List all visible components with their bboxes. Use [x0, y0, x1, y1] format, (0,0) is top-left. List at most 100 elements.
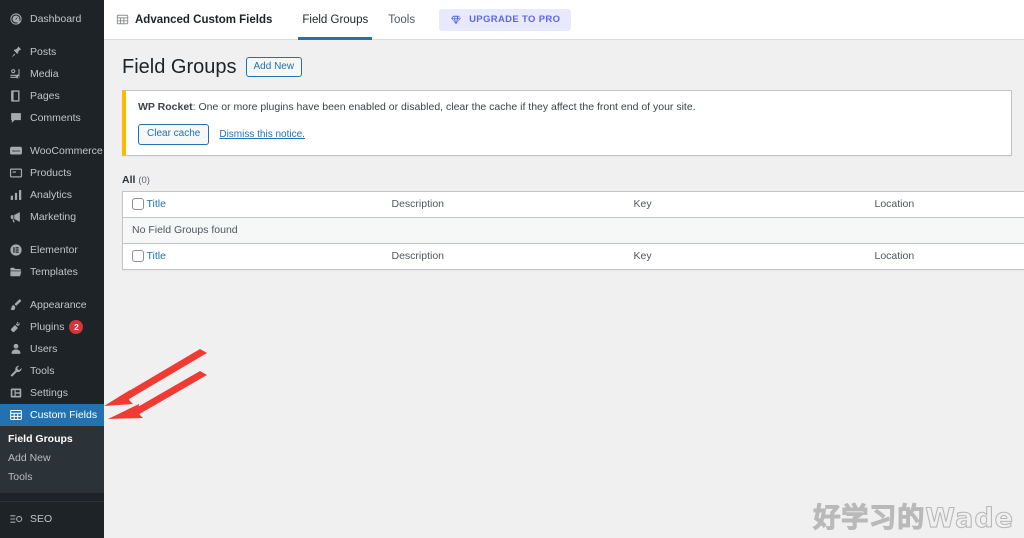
column-label: Title	[146, 198, 166, 211]
main-content-area: Advanced Custom Fields Field Groups Tool…	[104, 0, 1024, 538]
tab-label: Tools	[388, 14, 416, 26]
products-icon	[8, 165, 24, 181]
acf-brand-label: Advanced Custom Fields	[135, 13, 273, 26]
filter-label: All	[122, 173, 136, 186]
sidebar-item-label: Templates	[30, 266, 78, 278]
sidebar-item-label: Appearance	[30, 299, 87, 311]
sidebar-item-pages[interactable]: Pages	[0, 85, 104, 107]
sidebar-item-dashboard[interactable]: Dashboard	[0, 8, 104, 30]
column-label: Key	[633, 250, 652, 263]
column-header-location: Location	[874, 191, 1024, 218]
sidebar-item-posts[interactable]: Posts	[0, 41, 104, 63]
select-all-checkbox-footer[interactable]	[132, 250, 144, 263]
sidebar-item-templates[interactable]: Templates	[0, 261, 104, 283]
column-header-title[interactable]: Title	[146, 191, 392, 218]
column-label: Key	[633, 198, 652, 211]
dashboard-icon	[8, 11, 24, 27]
seo-icon	[8, 511, 24, 527]
sidebar-item-tools[interactable]: Tools	[0, 360, 104, 382]
table-body: No Field Groups found	[122, 217, 1024, 244]
page-title: Field Groups	[122, 56, 237, 78]
dismiss-notice-link[interactable]: Dismiss this notice.	[219, 129, 305, 140]
sidebar-item-products[interactable]: Products	[0, 162, 104, 184]
sidebar-bottom-group: SEO Collapse menu	[0, 501, 104, 538]
tab-field-groups[interactable]: Field Groups	[292, 0, 378, 40]
svg-text:woo: woo	[12, 148, 20, 153]
users-icon	[8, 341, 24, 357]
woocommerce-icon: woo	[8, 143, 24, 159]
notice-text: WP Rocket: One or more plugins have been…	[138, 100, 999, 116]
acf-brand: Advanced Custom Fields	[116, 0, 272, 39]
list-filter-all[interactable]: All (0)	[122, 174, 1024, 186]
acf-logo-icon	[116, 13, 129, 26]
custom-fields-icon	[8, 407, 24, 423]
column-label: Title	[146, 250, 166, 263]
column-label: Description	[391, 198, 445, 211]
custom-fields-submenu: Field Groups Add New Tools	[0, 426, 104, 493]
column-header-description: Description	[391, 191, 634, 218]
sidebar-item-label: WooCommerce	[30, 145, 103, 157]
media-icon	[8, 66, 24, 82]
table-header-row: Title Description Key Location	[122, 191, 1024, 218]
submenu-item-field-groups[interactable]: Field Groups	[0, 430, 104, 449]
plugin-icon	[8, 319, 24, 335]
comments-icon	[8, 110, 24, 126]
sidebar-item-comments[interactable]: Comments	[0, 107, 104, 129]
plugins-update-badge: 2	[69, 320, 84, 334]
submenu-item-tools[interactable]: Tools	[0, 468, 104, 487]
sidebar-item-analytics[interactable]: Analytics	[0, 184, 104, 206]
brush-icon	[8, 297, 24, 313]
elementor-icon	[8, 242, 24, 258]
sidebar-item-custom-fields[interactable]: Custom Fields	[0, 404, 104, 426]
tab-tools[interactable]: Tools	[378, 0, 425, 40]
column-footer-key: Key	[633, 242, 875, 270]
sidebar-item-label: Settings	[30, 387, 68, 399]
sidebar-item-woocommerce[interactable]: woo WooCommerce	[0, 140, 104, 162]
empty-message: No Field Groups found	[122, 217, 1024, 244]
sidebar-item-appearance[interactable]: Appearance	[0, 294, 104, 316]
templates-icon	[8, 264, 24, 280]
sidebar-item-label: Products	[30, 167, 72, 179]
table-footer-row: Title Description Key Location	[122, 242, 1024, 270]
select-all-checkbox-cell[interactable]	[122, 191, 147, 218]
sidebar-item-label: Custom Fields	[30, 409, 98, 421]
select-all-checkbox[interactable]	[132, 198, 144, 211]
sidebar-item-elementor[interactable]: Elementor	[0, 239, 104, 261]
notice-actions: Clear cache Dismiss this notice.	[138, 123, 999, 145]
sidebar-item-label: Media	[30, 68, 59, 80]
sidebar-item-media[interactable]: Media	[0, 63, 104, 85]
sidebar-item-seo[interactable]: SEO	[0, 508, 104, 530]
pin-icon	[8, 44, 24, 60]
tab-label: Field Groups	[302, 14, 369, 26]
select-all-checkbox-cell-footer[interactable]	[122, 242, 147, 270]
column-label: Description	[391, 250, 445, 263]
gem-icon	[450, 14, 462, 26]
submenu-item-add-new[interactable]: Add New	[0, 449, 104, 468]
wp-rocket-notice: WP Rocket: One or more plugins have been…	[122, 90, 1012, 156]
upgrade-label: UPGRADE TO PRO	[469, 14, 561, 25]
notice-source: WP Rocket	[138, 101, 193, 113]
sidebar-item-label: Posts	[30, 46, 57, 58]
sidebar-item-label: Analytics	[30, 189, 73, 201]
filter-count: (0)	[138, 174, 150, 186]
sidebar-item-settings[interactable]: Settings	[0, 382, 104, 404]
admin-sidebar: Dashboard Posts Media Pages Comments woo…	[0, 0, 104, 538]
megaphone-icon	[8, 209, 24, 225]
column-label: Location	[874, 198, 915, 211]
add-new-button[interactable]: Add New	[245, 57, 303, 77]
sidebar-item-label: Plugins	[30, 321, 65, 333]
sidebar-item-label: Comments	[30, 112, 81, 124]
pages-icon	[8, 88, 24, 104]
sidebar-item-plugins[interactable]: Plugins 2	[0, 316, 104, 338]
column-footer-description: Description	[391, 242, 634, 270]
upgrade-to-pro-button[interactable]: UPGRADE TO PRO	[439, 8, 572, 31]
field-groups-table: Title Description Key Location No Field …	[122, 190, 1024, 270]
clear-cache-button[interactable]: Clear cache	[138, 123, 210, 145]
sidebar-item-marketing[interactable]: Marketing	[0, 206, 104, 228]
sidebar-item-users[interactable]: Users	[0, 338, 104, 360]
column-header-key: Key	[633, 191, 875, 218]
column-label: Location	[874, 250, 915, 263]
column-footer-title[interactable]: Title	[146, 242, 392, 270]
notice-message: : One or more plugins have been enabled …	[192, 101, 696, 113]
table-empty-row: No Field Groups found	[122, 217, 1024, 244]
